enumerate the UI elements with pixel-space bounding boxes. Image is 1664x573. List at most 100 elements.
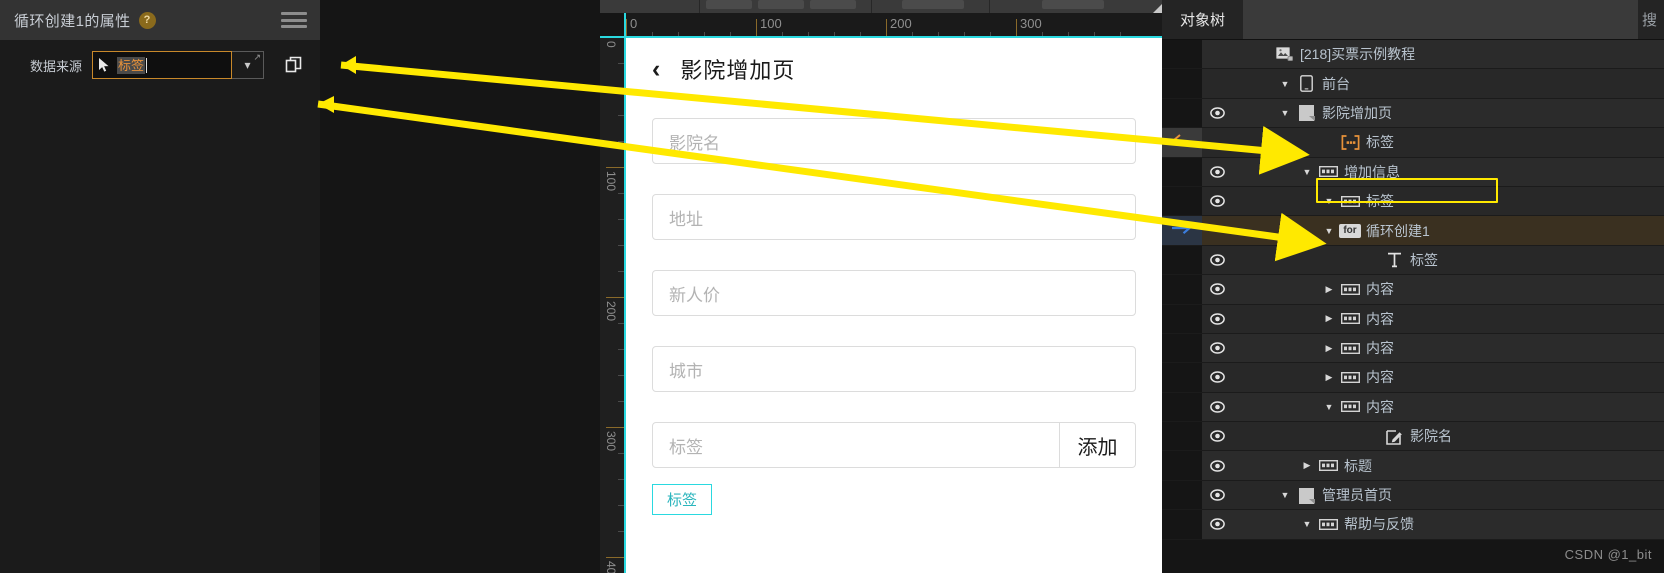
hamburger-icon[interactable]	[281, 12, 307, 28]
chevron-down-icon[interactable]: ▼	[1320, 402, 1338, 412]
visibility-toggle-icon[interactable]	[1202, 283, 1232, 296]
add-button[interactable]: 添加	[1060, 422, 1136, 468]
ruler-v-label: 300	[604, 431, 618, 452]
tree-row-label: 增加信息	[1344, 163, 1400, 180]
visibility-toggle-icon[interactable]	[1202, 401, 1232, 413]
visibility-toggle-icon[interactable]	[1202, 430, 1232, 443]
tree-row-gutter	[1162, 245, 1202, 275]
field-placeholder: 新人价	[669, 285, 720, 305]
chevron-down-icon[interactable]: ▼	[1320, 226, 1338, 236]
visibility-toggle-icon[interactable]	[1202, 371, 1232, 384]
tree-row[interactable]: 标签	[1162, 245, 1664, 276]
visibility-toggle-icon[interactable]	[1202, 254, 1232, 266]
toolbar-button[interactable]	[902, 0, 964, 9]
tree-row[interactable]: 标签	[1162, 128, 1664, 158]
toolbar-button[interactable]	[706, 0, 752, 9]
visibility-toggle-icon[interactable]	[1202, 518, 1232, 531]
tree-row[interactable]: ▼ 增加信息	[1162, 157, 1664, 187]
tree-row-gutter	[1162, 333, 1202, 363]
toolbar-button[interactable]	[810, 0, 856, 9]
data-source-dropdown-button[interactable]: ▾ ↗	[232, 51, 265, 79]
tree-row-gutter	[1162, 363, 1202, 392]
tree-row-gutter	[1162, 40, 1202, 69]
tree-row-gutter	[1162, 451, 1202, 480]
tree-row-label: 标签	[1410, 251, 1438, 268]
field-city[interactable]: 城市	[652, 346, 1136, 392]
field-address[interactable]: 地址	[652, 194, 1136, 240]
tree-row[interactable]: ▼ 帮助与反馈	[1162, 510, 1664, 540]
field-placeholder: 地址	[669, 209, 703, 229]
chevron-down-icon[interactable]: ▼	[1276, 108, 1294, 118]
tree-row[interactable]: ▶ 内容	[1162, 363, 1664, 393]
tree-row[interactable]: ▼ for 循环创建1	[1162, 216, 1664, 246]
chevron-right-icon[interactable]: ▶	[1298, 460, 1316, 471]
tree-row[interactable]: ▼ 标签	[1162, 186, 1664, 217]
chevron-down-icon[interactable]: ▼	[1298, 519, 1316, 529]
tag-chip[interactable]: 标签	[652, 484, 713, 515]
tree-row[interactable]: [218]买票示例教程	[1162, 40, 1664, 70]
field-tag[interactable]: 标签	[652, 422, 1060, 468]
visibility-toggle-icon[interactable]	[1202, 312, 1232, 325]
page-icon	[1294, 104, 1318, 122]
chevron-down-icon[interactable]: ▼	[1298, 167, 1316, 177]
tree-row[interactable]: ▼ 管理员首页	[1162, 480, 1664, 511]
toolbar-group-2[interactable]	[700, 0, 872, 13]
chevron-right-icon[interactable]: ▶	[1320, 372, 1338, 383]
tree-row[interactable]: ▶ 内容	[1162, 304, 1664, 334]
tree-row[interactable]: 影院名	[1162, 422, 1664, 452]
toolbar-group-3[interactable]	[872, 0, 990, 13]
visibility-toggle-icon[interactable]	[1202, 195, 1232, 207]
chevron-down-icon[interactable]: ▼	[1276, 79, 1294, 89]
tree-row-label: 内容	[1366, 369, 1394, 386]
design-canvas[interactable]: 0 100 200 300 0 100 200 300 40 ‹ 影院增加页 影…	[600, 0, 1162, 573]
data-source-input[interactable]: 标签	[92, 51, 233, 79]
visibility-toggle-icon[interactable]	[1202, 459, 1232, 472]
tree-row[interactable]: ▼ 前台	[1162, 69, 1664, 99]
toolbar-group-4[interactable]	[990, 0, 1162, 13]
chevron-right-icon[interactable]: ▶	[1320, 313, 1338, 324]
field-newcomer-price[interactable]: 新人价	[652, 270, 1136, 316]
tag-input-row: 标签 添加	[652, 422, 1136, 468]
visibility-toggle-icon[interactable]	[1202, 166, 1232, 178]
visibility-toggle-icon[interactable]	[1202, 489, 1232, 501]
tree-row[interactable]: ▶ 标题	[1162, 451, 1664, 481]
field-cinema-name[interactable]: 影院名	[652, 118, 1136, 164]
data-source-label: 数据来源	[30, 58, 83, 74]
tree-row[interactable]: ▶ 内容	[1162, 275, 1664, 305]
ruler-h-label: 100	[760, 16, 782, 31]
tree-row-gutter	[1162, 304, 1202, 333]
visibility-toggle-icon[interactable]	[1202, 342, 1232, 354]
toolbar-button[interactable]	[758, 0, 804, 9]
current-node-arrow-icon	[1171, 221, 1193, 240]
chevron-right-icon[interactable]: ▶	[1320, 343, 1338, 354]
tree-row-gutter	[1162, 157, 1202, 186]
data-source-row: 数据来源 标签 ▾ ↗	[0, 50, 320, 80]
tab-object-tree[interactable]: 对象树	[1162, 0, 1244, 39]
search-input[interactable]: 搜	[1638, 0, 1664, 39]
chevron-right-icon[interactable]: ▶	[1320, 284, 1338, 295]
tree-row[interactable]: ▶ 内容	[1162, 333, 1664, 364]
chevron-left-icon[interactable]: ‹	[652, 56, 660, 82]
tree-row-label: 标题	[1344, 457, 1372, 474]
expand-arrow-icon[interactable]: ↗	[253, 53, 261, 62]
box-icon	[1338, 313, 1362, 325]
tree-row[interactable]: ▼ 影院增加页	[1162, 98, 1664, 129]
box-icon	[1338, 401, 1362, 413]
toolbar-group-1[interactable]	[600, 0, 700, 13]
object-tree[interactable]: [218]买票示例教程 ▼ 前台 ▼ 影院增加页 标签 ▼ 增加信息 ▼ 标签 ▼ for 循环创建1 标…	[1162, 40, 1664, 573]
canvas-toolbar[interactable]	[600, 0, 1162, 14]
box-icon	[1316, 460, 1340, 472]
artboard-cinema-add-page[interactable]: ‹ 影院增加页 影院名 地址 新人价 城市 标签 添加 标签	[626, 38, 1162, 573]
help-icon[interactable]: ?	[138, 11, 156, 29]
chevron-down-icon[interactable]: ▼	[1276, 490, 1294, 500]
chevron-down-icon[interactable]: ▼	[1320, 196, 1338, 206]
tree-row[interactable]: ▼ 内容	[1162, 392, 1664, 423]
repeater-icon	[1338, 135, 1362, 150]
ruler-v-label: 100	[604, 171, 618, 192]
app-header: ‹ 影院增加页	[626, 38, 1162, 100]
object-tree-panel: 对象树 搜 [218]买票示例教程 ▼ 前台 ▼ 影院增加页 标签 ▼ 增加信息 ▼ 标签 ▼ for…	[1162, 0, 1664, 573]
visibility-toggle-icon[interactable]	[1202, 107, 1232, 119]
tabbar-filler	[1243, 0, 1638, 39]
duplicate-icon[interactable]	[280, 51, 308, 79]
toolbar-button[interactable]	[1042, 0, 1104, 9]
